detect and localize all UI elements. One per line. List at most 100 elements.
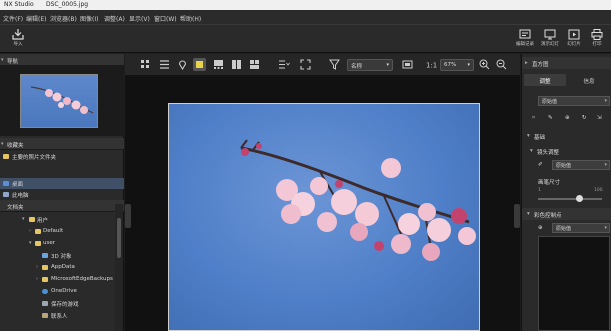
favorites-header[interactable]: ▾ 收藏夹 (0, 138, 124, 150)
right-panel-toggle[interactable] (514, 204, 520, 228)
folder-icon (42, 265, 48, 270)
single-view-button[interactable] (193, 58, 206, 71)
import-button[interactable]: 导入 (6, 28, 30, 52)
favorite-item-main-photo-folder[interactable]: 主要的照片文件夹 (0, 151, 124, 162)
control-point-icon[interactable]: ⊕ (538, 225, 543, 231)
tree-item-microsoft-edge-backups[interactable]: › MicrosoftEdgeBackups (0, 274, 124, 285)
fit-screen-icon[interactable] (299, 58, 312, 71)
tab-adjust[interactable]: 调整 (524, 74, 566, 86)
brush-size-slider[interactable] (538, 195, 602, 202)
zoom-dropdown[interactable]: 67% ▾ (440, 59, 474, 71)
expand-arrow-icon[interactable]: ▾ (22, 216, 25, 222)
sort-dropdown[interactable]: 名称 ▾ (347, 59, 393, 71)
histogram-header[interactable]: ▸ 直方图 (522, 57, 611, 69)
layout-options-icon[interactable] (277, 58, 290, 71)
control-point-dropdown[interactable]: 原始值 ▾ (552, 223, 610, 233)
tree-item-contacts[interactable]: 联系人 (0, 310, 124, 321)
folder-icon (35, 229, 41, 234)
control-point-value: 原始值 (556, 226, 572, 232)
3d-objects-icon (42, 253, 48, 258)
left-panel-toggle[interactable] (125, 204, 131, 228)
play-icon (568, 29, 580, 40)
edit-history-icon (519, 29, 531, 39)
tree-item-default[interactable]: › Default (0, 226, 124, 237)
adjust-tool-row: ⌗ ✎ ⊕ ↻ ⇲ (522, 112, 611, 124)
lens-header[interactable]: ▾ 镜头调整 (522, 145, 611, 157)
menu-window[interactable]: 窗口(W) (154, 14, 177, 23)
menu-browser[interactable]: 浏览器(B) (50, 14, 77, 23)
play-button[interactable]: 幻灯片 (562, 28, 586, 52)
straighten-icon[interactable]: ⇲ (597, 115, 602, 121)
eyedropper-icon[interactable]: ✐ (538, 162, 543, 168)
tree-item-appdata[interactable]: › AppData (0, 262, 124, 273)
tree-item-onedrive[interactable]: OneDrive (0, 286, 124, 297)
cloud-icon (42, 289, 48, 294)
menu-file[interactable]: 文件(F) (3, 14, 23, 23)
filter-icon[interactable] (328, 58, 341, 71)
multi-compare-view-icon[interactable] (248, 58, 261, 71)
zoom-label: 67% (444, 62, 457, 68)
expand-arrow-icon[interactable]: › (36, 264, 38, 270)
expand-arrow-icon[interactable]: ▾ (29, 240, 32, 246)
print-label: 打印 (592, 42, 602, 47)
tab-info[interactable]: 信息 (568, 74, 610, 86)
histogram-title: 直方图 (532, 62, 549, 68)
list-view-icon[interactable] (158, 58, 171, 71)
tree-item-desktop[interactable]: 桌面 (0, 178, 124, 189)
collapse-arrow-icon: ▾ (527, 133, 530, 139)
tree-item-saved-games[interactable]: 保存的游戏 (0, 298, 124, 309)
menu-edit[interactable]: 编辑(E) (26, 14, 46, 23)
documents-header[interactable]: 文档夹 (0, 200, 124, 212)
brush-icon[interactable]: ✎ (548, 115, 553, 121)
control-point-header[interactable]: ▾ 彩色控制点 (522, 208, 611, 220)
menu-help[interactable]: 帮助(H) (180, 14, 201, 23)
edit-history-button[interactable]: 编辑记录 (513, 28, 537, 52)
zoom-out-icon[interactable] (495, 58, 508, 71)
folder-icon (42, 277, 48, 282)
chevron-down-icon: ▾ (467, 62, 470, 68)
scrollbar-thumb[interactable] (117, 218, 121, 258)
navigator-title: 导航 (7, 59, 19, 65)
fit-window-icon[interactable] (401, 58, 414, 71)
map-pin-icon[interactable] (176, 58, 189, 71)
computer-icon (3, 192, 9, 197)
contacts-icon (42, 313, 48, 318)
slideshow-button[interactable]: 演示幻灯 (538, 28, 562, 52)
crop-icon[interactable]: ⌗ (532, 115, 535, 122)
control-point-preview (538, 236, 610, 331)
expand-arrow-icon[interactable]: › (36, 276, 38, 282)
menu-view[interactable]: 显示(V) (129, 14, 150, 23)
lens-dropdown[interactable]: 原始值 ▾ (552, 160, 610, 170)
menu-image[interactable]: 图像(I) (80, 14, 98, 23)
expand-arrow-icon[interactable]: › (29, 228, 31, 234)
image-canvas[interactable] (125, 77, 520, 331)
left-scrollbar[interactable] (115, 204, 123, 331)
preset-dropdown[interactable]: 原始值 ▾ (538, 96, 610, 106)
slider-knob[interactable] (576, 195, 583, 202)
actual-size-icon[interactable]: 1:1 (424, 58, 437, 71)
tree-item-3d-objects[interactable]: 3D 对象 (0, 250, 124, 261)
navigator-header[interactable]: ▾ 导航 (0, 54, 124, 66)
collapse-arrow-icon: ▾ (1, 57, 4, 63)
control-point-icon[interactable]: ⊕ (565, 115, 570, 121)
rotate-icon[interactable]: ↻ (582, 115, 587, 121)
menu-bar: 文件(F) 编辑(E) 浏览器(B) 图像(I) 调整(A) 显示(V) 窗口(… (0, 10, 611, 25)
tree-item-label: 用户 (37, 218, 49, 224)
import-label: 导入 (13, 42, 23, 47)
desktop-label: 桌面 (12, 182, 24, 188)
chevron-down-icon: ▾ (386, 62, 389, 68)
menu-adjust[interactable]: 调整(A) (104, 14, 125, 23)
compare-view-icon[interactable] (230, 58, 243, 71)
tree-item-this-pc[interactable]: 此电脑 (0, 189, 124, 200)
grid-view-icon[interactable] (139, 58, 152, 71)
filmstrip-view-icon[interactable] (212, 58, 225, 71)
tree-item-users[interactable]: ▾ 用户 (0, 214, 124, 225)
main-photo[interactable] (168, 103, 480, 331)
print-button[interactable]: 打印 (585, 28, 609, 52)
basic-header[interactable]: ▾ 基础 (522, 130, 611, 142)
tree-item-user[interactable]: ▾ user (0, 238, 124, 249)
navigator-thumbnail[interactable] (20, 74, 98, 128)
zoom-in-icon[interactable] (478, 58, 491, 71)
this-pc-label: 此电脑 (12, 193, 29, 199)
image-viewer-area: 名称 ▾ 1:1 67% ▾ (125, 54, 520, 331)
